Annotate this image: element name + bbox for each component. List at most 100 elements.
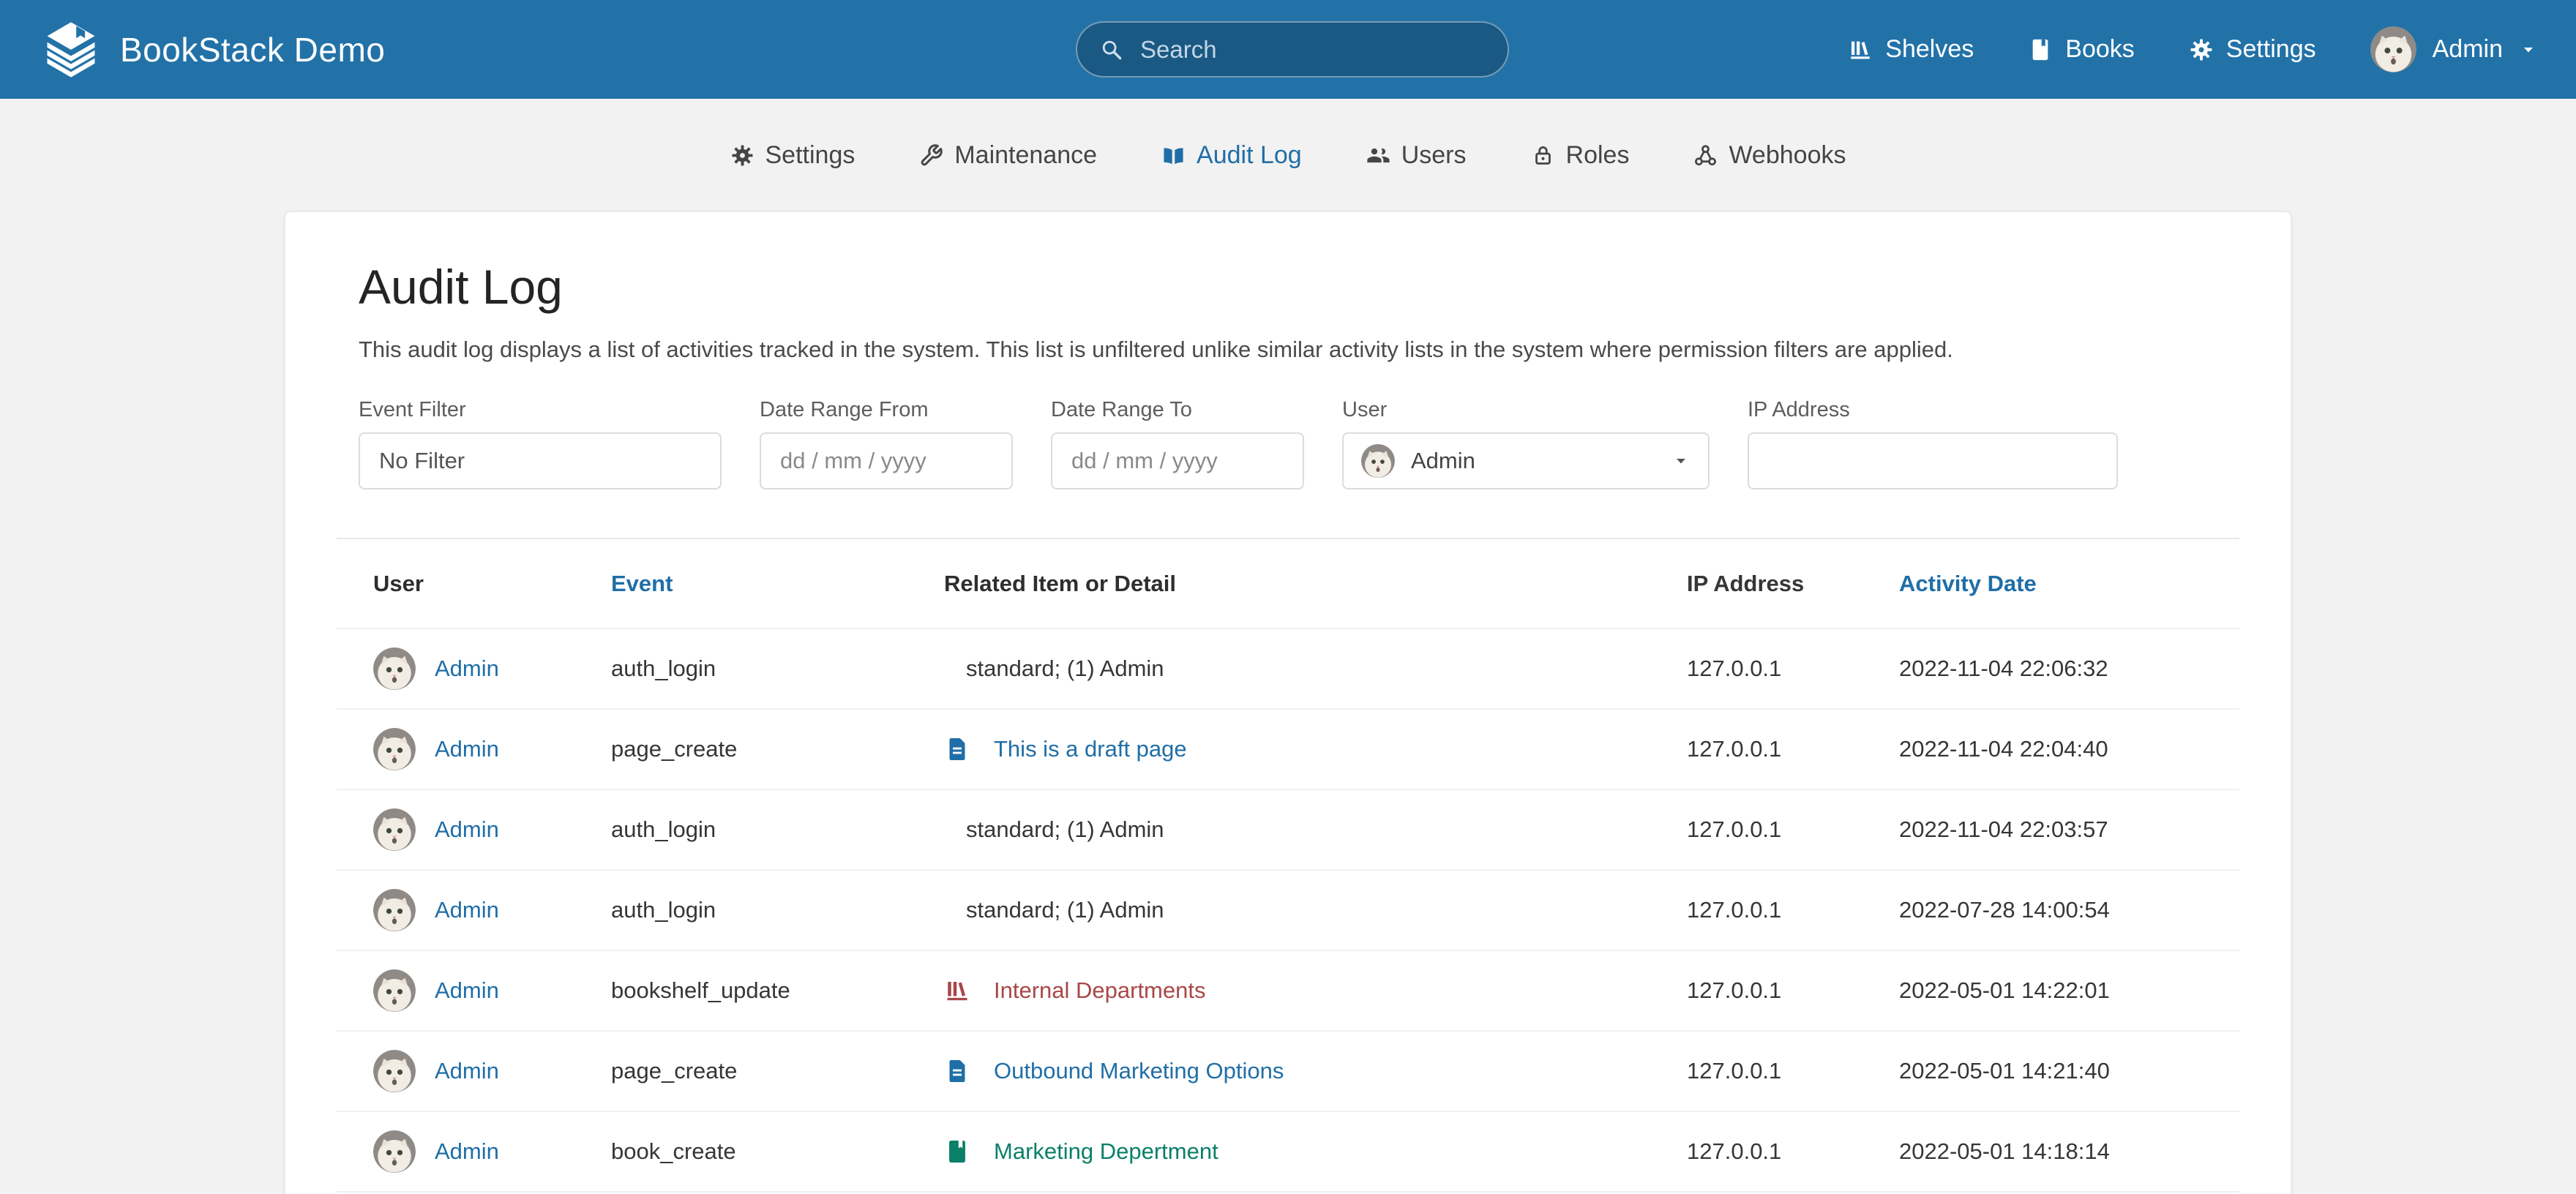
- date-cell: 2022-05-01 14:18:14: [1899, 1138, 2110, 1164]
- sort-link[interactable]: Event: [611, 571, 673, 596]
- related-item-link[interactable]: Internal Departments: [944, 977, 1687, 1004]
- ip-cell: 127.0.0.1: [1687, 656, 1782, 681]
- related-item-link[interactable]: Marketing Depertment: [944, 1138, 1687, 1165]
- date-from-label: Date Range From: [760, 398, 929, 421]
- user-menu[interactable]: Admin: [2370, 26, 2538, 72]
- user-link[interactable]: Admin: [435, 816, 499, 843]
- related-item-label: Internal Departments: [994, 977, 1206, 1003]
- user-avatar: [373, 1130, 416, 1173]
- table-body: Admin auth_login standard; (1) Admin 127.0.…: [337, 629, 2239, 1193]
- content-card: Audit Log This audit log displays a list…: [285, 212, 2291, 1194]
- user-link[interactable]: Admin: [435, 897, 499, 923]
- user-filter-value: Admin: [1411, 448, 1475, 473]
- page-title: Audit Log: [359, 260, 563, 314]
- bookstack-logo-icon: [41, 20, 101, 80]
- sort-link[interactable]: Activity Date: [1899, 571, 2037, 596]
- header-nav-label: Settings: [2225, 35, 2316, 63]
- user-cell: Admin: [337, 969, 611, 1012]
- event-cell: page_create: [611, 1058, 738, 1084]
- related-cell: This is a draft page: [944, 736, 1687, 762]
- settings-nav-webhooks[interactable]: Webhooks: [1693, 141, 1846, 170]
- user-link[interactable]: Admin: [435, 736, 499, 762]
- ip-filter-input[interactable]: [1748, 432, 2118, 489]
- table-row: Admin auth_login standard; (1) Admin 127.0.…: [337, 629, 2239, 710]
- column-header-ip-address: IP Address: [1687, 570, 1805, 596]
- settings-nav-audit-log[interactable]: Audit Log: [1161, 141, 1302, 170]
- user-link[interactable]: Admin: [435, 656, 499, 682]
- lock-icon: [1531, 143, 1555, 168]
- date-from-input[interactable]: [760, 432, 1013, 489]
- settings-nav-users[interactable]: Users: [1366, 141, 1467, 170]
- filters-row: Event Filter Date Range From Date Range …: [359, 398, 2217, 489]
- shelves-icon: [1848, 37, 1873, 62]
- user-avatar: [2370, 26, 2416, 72]
- user-link[interactable]: Admin: [435, 1138, 499, 1165]
- header-nav: Shelves Books Settings Admin: [1848, 0, 2538, 99]
- open-book-icon: [1161, 143, 1186, 168]
- app-logo[interactable]: BookStack Demo: [41, 20, 385, 80]
- settings-nav-settings[interactable]: Settings: [730, 141, 855, 170]
- user-cell: Admin: [337, 1050, 611, 1092]
- filter-event: Event Filter: [359, 398, 722, 489]
- date-cell: 2022-11-04 22:04:40: [1899, 736, 2108, 762]
- search-box[interactable]: [1076, 21, 1509, 78]
- book-icon: [2028, 37, 2053, 62]
- search-input[interactable]: [1140, 35, 1486, 64]
- related-item-link[interactable]: This is a draft page: [944, 736, 1687, 762]
- user-name: Admin: [2432, 35, 2503, 63]
- settings-nav-label: Webhooks: [1729, 141, 1846, 169]
- event-cell: page_create: [611, 736, 738, 762]
- page-icon: [944, 736, 970, 762]
- ip-cell: 127.0.0.1: [1687, 1058, 1782, 1084]
- user-link[interactable]: Admin: [435, 977, 499, 1004]
- settings-nav: Settings Maintenance Audit Log Users Roles We…: [0, 99, 2576, 212]
- users-icon: [1366, 143, 1390, 168]
- book-icon: [944, 1138, 970, 1165]
- audit-log-table: User Event Related Item or Detail IP Addres…: [337, 539, 2239, 1193]
- app-header: BookStack Demo Shelves Books Settings Admi…: [0, 0, 2576, 99]
- settings-nav-label: Audit Log: [1197, 141, 1302, 169]
- user-avatar: [373, 808, 416, 851]
- shelves-icon: [944, 977, 970, 1004]
- header-nav-shelves[interactable]: Shelves: [1848, 35, 1974, 64]
- filter-ip: IP Address: [1748, 398, 2118, 489]
- user-filter-select[interactable]: Admin: [1342, 432, 1710, 489]
- related-item-label: Marketing Depertment: [994, 1138, 1218, 1164]
- user-link[interactable]: Admin: [435, 1058, 499, 1084]
- user-cell: Admin: [337, 728, 611, 770]
- related-detail-text: standard; (1) Admin: [966, 897, 1164, 923]
- ip-filter-label: IP Address: [1748, 398, 1850, 421]
- date-to-label: Date Range To: [1051, 398, 1192, 421]
- column-header-user: User: [373, 570, 424, 596]
- date-cell: 2022-05-01 14:22:01: [1899, 977, 2110, 1003]
- date-cell: 2022-05-01 14:21:40: [1899, 1058, 2110, 1084]
- header-nav-books[interactable]: Books: [2028, 35, 2135, 64]
- table-row: Admin book_create Marketing Depertment 127.…: [337, 1112, 2239, 1193]
- column-header-event[interactable]: Event: [611, 571, 944, 597]
- user-cell: Admin: [337, 889, 611, 931]
- ip-cell: 127.0.0.1: [1687, 977, 1782, 1003]
- table-row: Admin page_create This is a draft page 127.…: [337, 710, 2239, 790]
- settings-nav-roles[interactable]: Roles: [1531, 141, 1629, 170]
- related-cell: standard; (1) Admin: [944, 897, 1687, 923]
- date-to-input[interactable]: [1051, 432, 1304, 489]
- header-nav-label: Shelves: [1885, 35, 1974, 63]
- header-nav-label: Books: [2065, 35, 2135, 63]
- header-nav-settings[interactable]: Settings: [2189, 35, 2316, 64]
- event-cell: auth_login: [611, 816, 716, 842]
- event-filter-input[interactable]: [359, 432, 722, 489]
- related-cell: standard; (1) Admin: [944, 656, 1687, 682]
- gear-icon: [2189, 37, 2214, 62]
- table-row: Admin bookshelf_update Internal Department…: [337, 951, 2239, 1032]
- column-header-activity-date[interactable]: Activity Date: [1899, 571, 2239, 597]
- user-cell: Admin: [337, 808, 611, 851]
- page-description: This audit log displays a list of activi…: [359, 337, 1953, 362]
- page-icon: [944, 1058, 970, 1084]
- settings-nav-maintenance[interactable]: Maintenance: [919, 141, 1097, 170]
- ip-cell: 127.0.0.1: [1687, 816, 1782, 842]
- user-avatar: [373, 647, 416, 690]
- user-filter-label: User: [1342, 398, 1388, 421]
- gear-icon: [730, 143, 755, 168]
- event-cell: auth_login: [611, 656, 716, 681]
- related-item-link[interactable]: Outbound Marketing Options: [944, 1058, 1687, 1084]
